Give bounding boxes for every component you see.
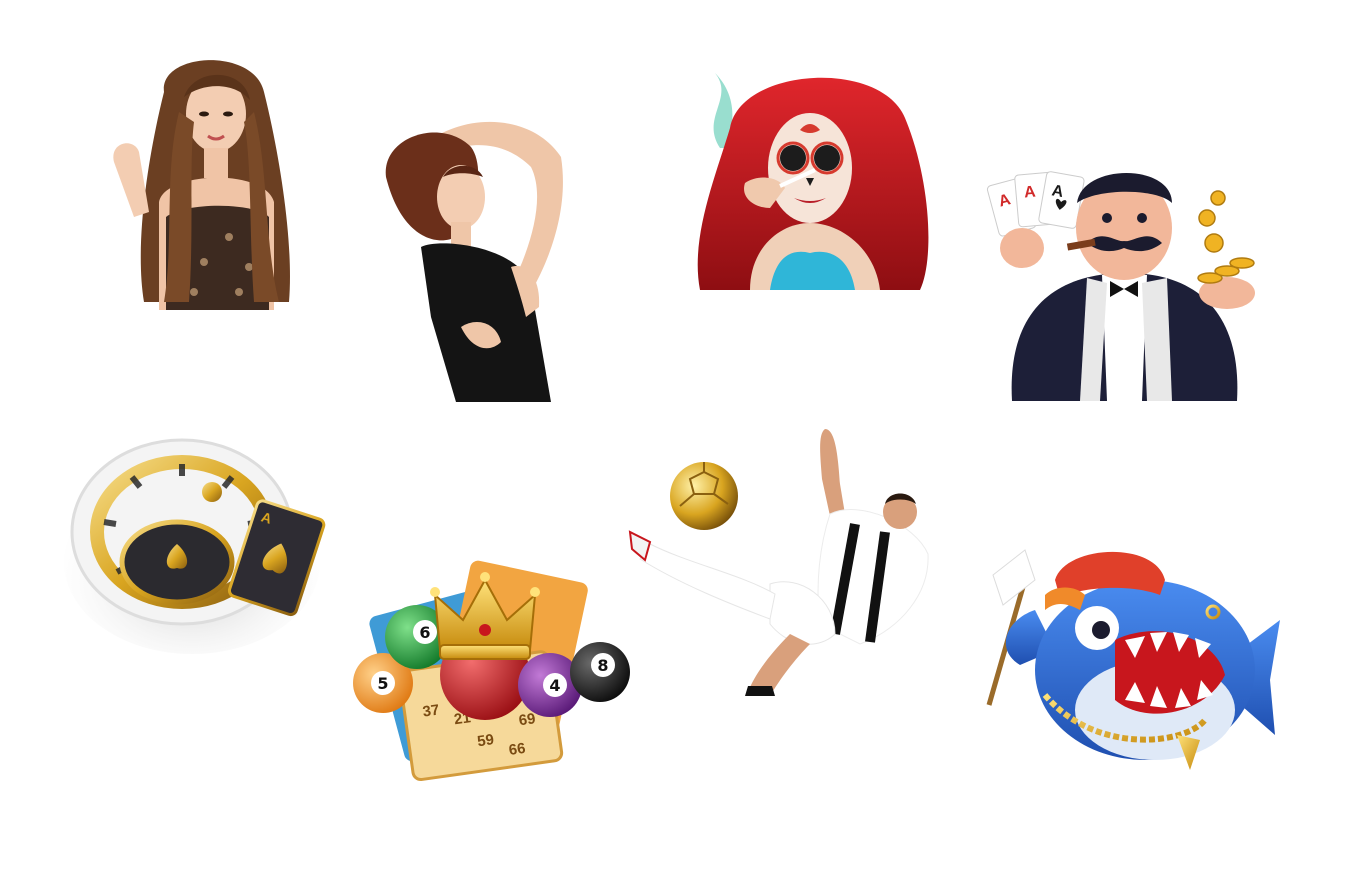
cartoon-gambler-cards-coins-icon: A A A <box>986 171 1255 401</box>
lottery-card-number: 69 <box>518 710 537 729</box>
ball-number: 5 <box>377 674 388 693</box>
lottery-card-number: 37 <box>422 701 441 720</box>
tile-football[interactable] <box>628 424 930 696</box>
ball-number: 6 <box>419 623 430 642</box>
lottery-balls-crown-card-icon: 37 21 59 66 69 5 6 4 8 <box>353 560 630 782</box>
sugar-skull-red-hair-woman-icon <box>697 73 929 290</box>
footballer-bicycle-kick-icon <box>628 429 929 696</box>
tile-lottery[interactable]: 37 21 59 66 69 5 6 4 8 <box>345 550 630 782</box>
tile-fishing-shark[interactable] <box>985 540 1280 773</box>
lottery-card-number: 59 <box>476 731 495 750</box>
roulette-wheel-with-cards-icon: A <box>64 438 326 654</box>
ball-number: 4 <box>549 676 560 695</box>
lottery-card-number: 66 <box>508 740 527 759</box>
svg-text:A: A <box>1023 184 1036 202</box>
tile-woman-long-hair[interactable] <box>104 52 299 310</box>
woman-long-hair-portrait-icon <box>113 60 290 310</box>
ball-number: 8 <box>597 656 608 675</box>
tile-mustache-gambler[interactable]: A A A <box>982 163 1268 401</box>
tile-sugar-skull-woman[interactable] <box>690 58 935 290</box>
cartoon-shark-flag-icon <box>986 549 1280 770</box>
woman-black-dress-pose-icon <box>385 121 563 402</box>
tile-roulette[interactable]: A <box>62 432 326 656</box>
tile-woman-black-dress[interactable] <box>381 117 569 402</box>
